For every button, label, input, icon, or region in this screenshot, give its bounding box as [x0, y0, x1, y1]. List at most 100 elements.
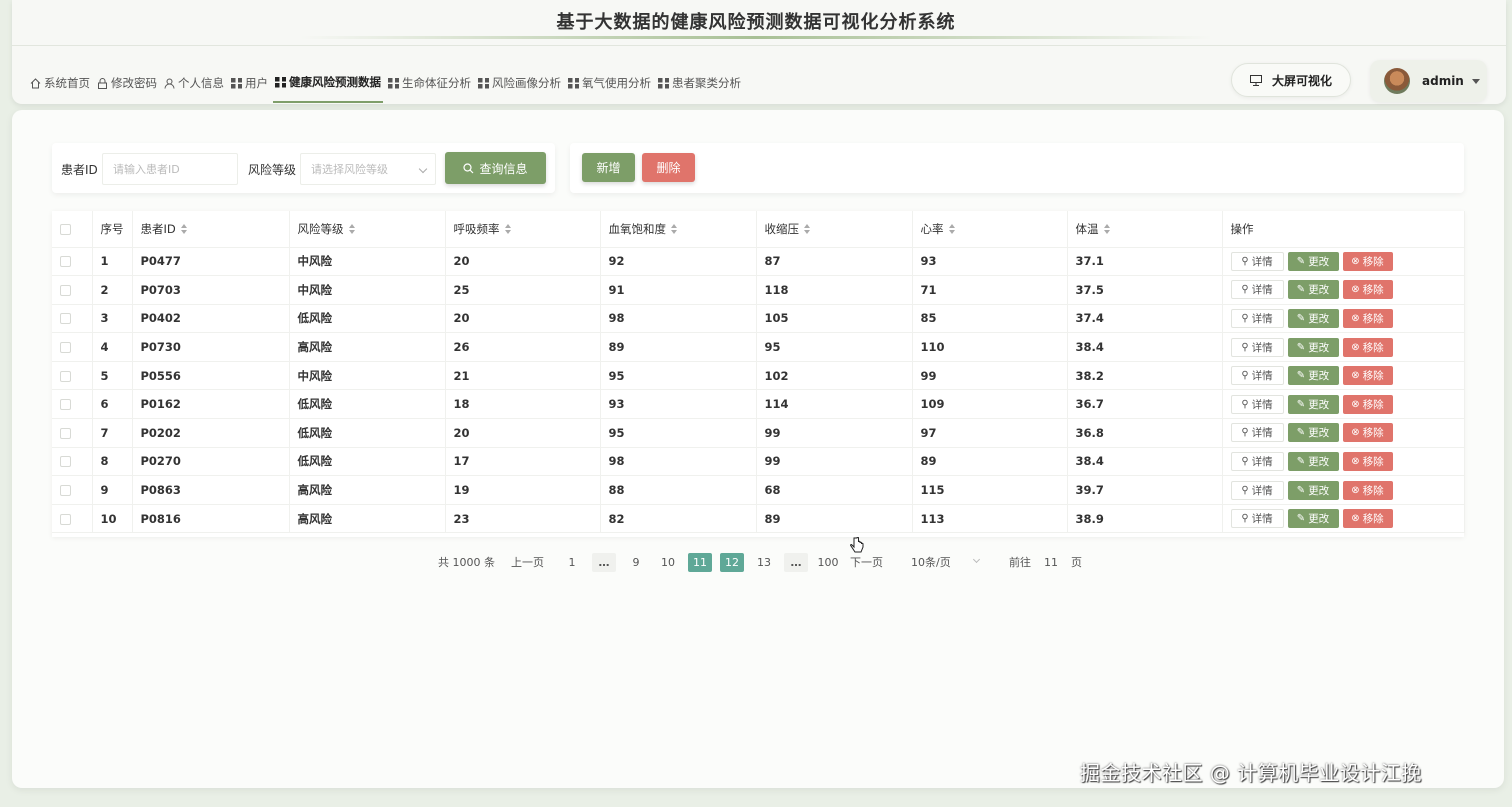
- remove-button[interactable]: ⊗ 移除: [1342, 423, 1393, 443]
- pagination-page[interactable]: 11: [688, 552, 712, 572]
- remove-button[interactable]: ⊗ 移除: [1342, 251, 1393, 271]
- edit-button[interactable]: ✎ 更改: [1287, 366, 1339, 386]
- remove-label: 移除: [1362, 513, 1384, 526]
- table-cell: 高风险: [289, 504, 446, 534]
- sort-icon[interactable]: [348, 224, 356, 235]
- edit-button[interactable]: ✎ 更改: [1287, 480, 1339, 500]
- patient-id-input[interactable]: [102, 153, 238, 185]
- pagination-page[interactable]: 9: [624, 553, 648, 572]
- sort-icon[interactable]: [1103, 224, 1111, 235]
- table-cell: 95: [756, 332, 913, 362]
- pagination-page[interactable]: 10: [656, 553, 680, 572]
- remove-button[interactable]: ⊗ 移除: [1342, 480, 1393, 500]
- row-select-cell: [52, 361, 93, 391]
- nav-item-1[interactable]: 修改密码: [95, 63, 159, 103]
- edit-button[interactable]: ✎ 更改: [1287, 451, 1339, 471]
- sort-icon[interactable]: [671, 224, 678, 235]
- pagination-ellipsis[interactable]: …: [592, 552, 616, 572]
- remove-button[interactable]: ⊗ 移除: [1342, 337, 1393, 357]
- remove-button[interactable]: ⊗ 移除: [1342, 308, 1393, 328]
- row-checkbox[interactable]: [60, 284, 71, 296]
- table-cell: P0863: [132, 475, 290, 505]
- sort-icon[interactable]: [180, 224, 188, 235]
- detail-button[interactable]: ⚲ 详情: [1230, 451, 1284, 471]
- sort-icon[interactable]: [804, 224, 811, 235]
- nav-item-2[interactable]: 个人信息: [162, 63, 226, 103]
- detail-label: 详情: [1251, 427, 1273, 440]
- edit-button[interactable]: ✎ 更改: [1287, 308, 1339, 328]
- column-header[interactable]: 患者ID: [132, 211, 290, 248]
- edit-button[interactable]: ✎ 更改: [1287, 251, 1339, 271]
- goto-page-input[interactable]: 11: [1035, 556, 1067, 569]
- nav-item-8[interactable]: 患者聚类分析: [656, 63, 743, 103]
- nav-item-5[interactable]: 生命体征分析: [386, 63, 473, 103]
- detail-button[interactable]: ⚲ 详情: [1230, 423, 1284, 443]
- edit-label: 更改: [1308, 370, 1330, 383]
- user-menu[interactable]: admin: [1370, 60, 1487, 102]
- pagination-ellipsis[interactable]: …: [784, 552, 808, 572]
- edit-button[interactable]: ✎ 更改: [1287, 423, 1339, 443]
- select-all-checkbox[interactable]: [60, 223, 71, 235]
- delete-button[interactable]: 删除: [642, 153, 695, 182]
- page-size-select[interactable]: 10条/页: [911, 554, 985, 570]
- pagination-page[interactable]: 13: [752, 553, 776, 572]
- detail-button[interactable]: ⚲ 详情: [1230, 509, 1284, 529]
- column-header[interactable]: 体温: [1067, 211, 1223, 248]
- edit-button[interactable]: ✎ 更改: [1287, 509, 1339, 529]
- add-button[interactable]: 新增: [582, 153, 635, 182]
- row-select-cell: [52, 389, 93, 420]
- nav-item-3[interactable]: 用户: [229, 63, 270, 103]
- bigscreen-button[interactable]: 大屏可视化: [1231, 63, 1351, 97]
- nav-item-0[interactable]: 系统首页: [28, 63, 92, 103]
- table-cell: 低风险: [289, 447, 446, 477]
- detail-button[interactable]: ⚲ 详情: [1230, 251, 1284, 271]
- detail-button[interactable]: ⚲ 详情: [1230, 394, 1284, 414]
- row-select-cell: [52, 275, 93, 305]
- row-checkbox[interactable]: [60, 513, 71, 525]
- detail-label: 详情: [1251, 255, 1273, 268]
- edit-button[interactable]: ✎ 更改: [1287, 337, 1339, 357]
- column-header[interactable]: 收缩压: [756, 211, 913, 248]
- row-checkbox[interactable]: [60, 399, 71, 411]
- table-cell: 109: [912, 389, 1068, 420]
- nav-item-7[interactable]: 氧气使用分析: [566, 63, 653, 103]
- monitor-icon: [1249, 74, 1262, 86]
- query-label: 查询信息: [479, 161, 528, 176]
- detail-button[interactable]: ⚲ 详情: [1230, 308, 1284, 328]
- row-checkbox[interactable]: [60, 342, 71, 354]
- risk-level-select[interactable]: [300, 153, 436, 185]
- detail-button[interactable]: ⚲ 详情: [1230, 366, 1284, 386]
- pagination-page[interactable]: 12: [720, 552, 744, 572]
- nav-item-6[interactable]: 风险画像分析: [476, 63, 563, 103]
- remove-button[interactable]: ⊗ 移除: [1342, 451, 1393, 471]
- row-checkbox[interactable]: [60, 256, 71, 268]
- row-checkbox[interactable]: [60, 456, 71, 468]
- column-header[interactable]: 血氧饱和度: [600, 211, 757, 248]
- pagination-page[interactable]: 100: [816, 553, 840, 572]
- row-checkbox[interactable]: [60, 313, 71, 325]
- row-checkbox[interactable]: [60, 370, 71, 382]
- pagination-next[interactable]: 下一页: [850, 554, 883, 570]
- detail-button[interactable]: ⚲ 详情: [1230, 280, 1284, 300]
- table-cell: 89: [912, 447, 1068, 477]
- pagination-page[interactable]: 1: [560, 553, 584, 572]
- remove-button[interactable]: ⊗ 移除: [1342, 280, 1393, 300]
- remove-button[interactable]: ⊗ 移除: [1342, 509, 1393, 529]
- sort-icon[interactable]: [948, 224, 956, 235]
- column-header[interactable]: 心率: [912, 211, 1068, 248]
- nav-item-4[interactable]: 健康风险预测数据: [273, 63, 383, 103]
- sort-icon[interactable]: [504, 224, 512, 235]
- edit-button[interactable]: ✎ 更改: [1287, 280, 1339, 300]
- query-button[interactable]: 查询信息: [445, 152, 546, 184]
- detail-button[interactable]: ⚲ 详情: [1230, 337, 1284, 357]
- column-header[interactable]: 风险等级: [289, 211, 446, 248]
- edit-button[interactable]: ✎ 更改: [1287, 394, 1339, 414]
- lock-icon: [97, 77, 108, 89]
- remove-button[interactable]: ⊗ 移除: [1342, 394, 1393, 414]
- row-checkbox[interactable]: [60, 485, 71, 497]
- column-header[interactable]: 呼吸频率: [445, 211, 601, 248]
- detail-button[interactable]: ⚲ 详情: [1230, 480, 1284, 500]
- remove-button[interactable]: ⊗ 移除: [1342, 366, 1393, 386]
- pagination-prev[interactable]: 上一页: [511, 554, 544, 570]
- row-checkbox[interactable]: [60, 427, 71, 439]
